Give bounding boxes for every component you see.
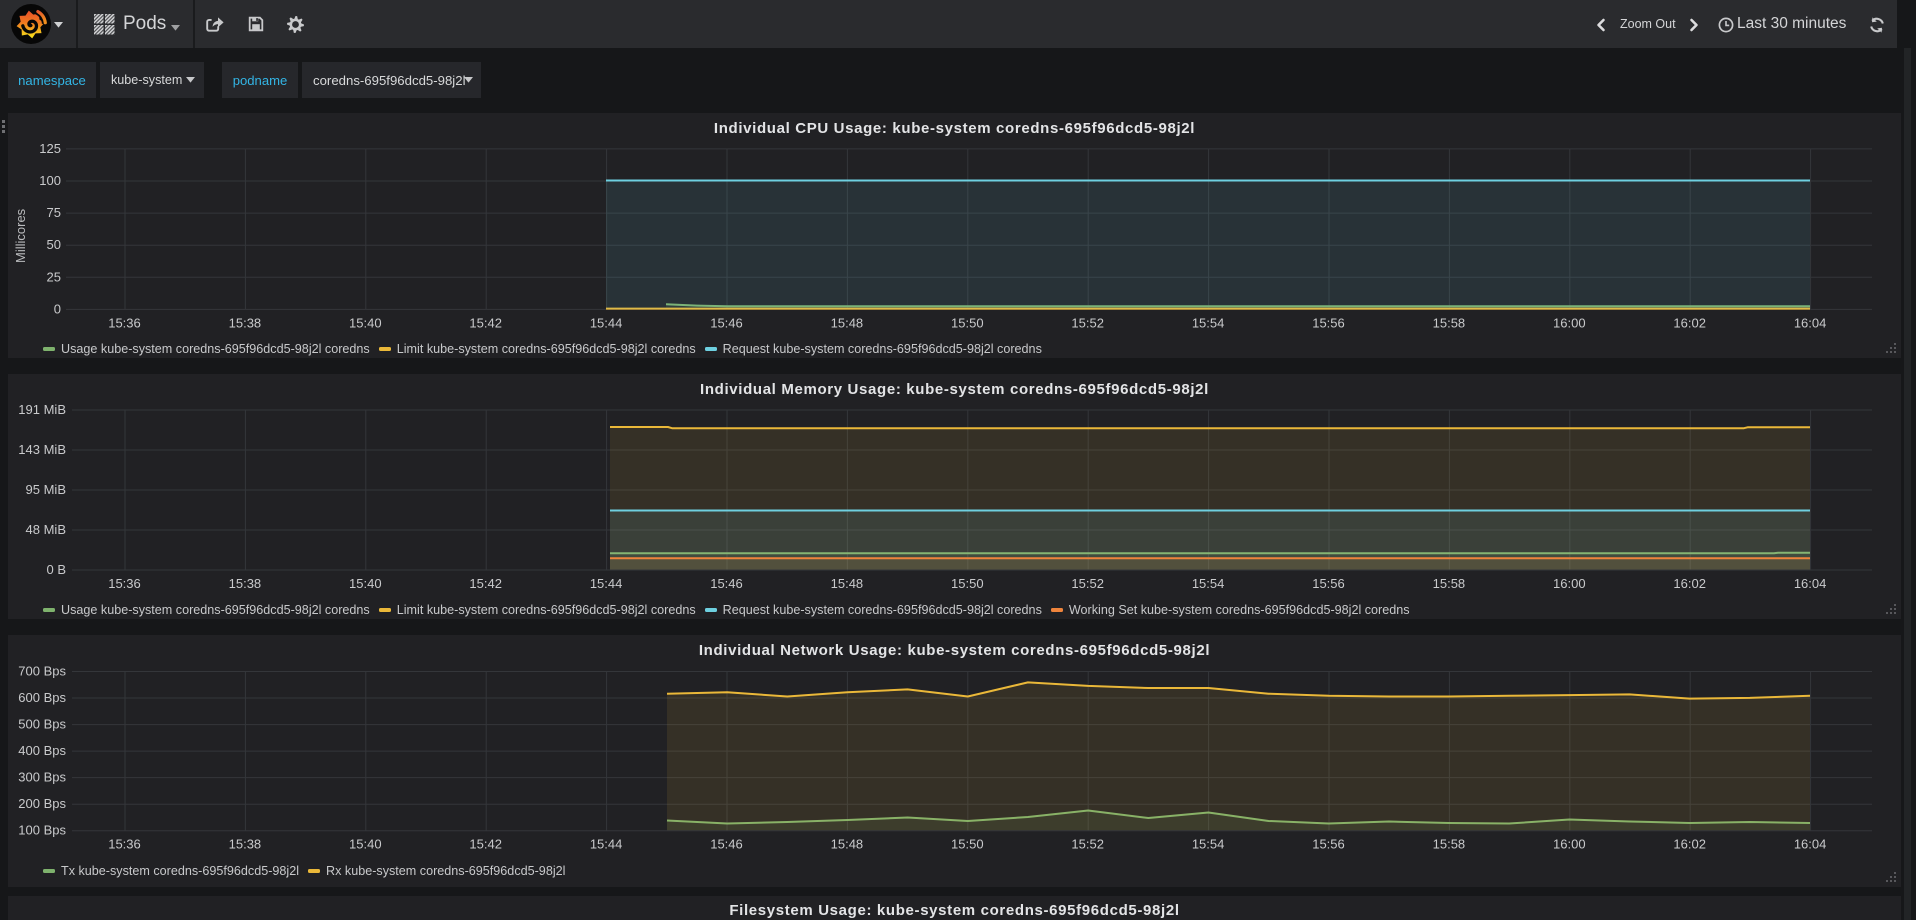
svg-text:15:48: 15:48 (831, 837, 864, 852)
svg-text:15:52: 15:52 (1071, 576, 1104, 591)
svg-text:16:04: 16:04 (1794, 576, 1827, 591)
svg-text:75: 75 (47, 205, 61, 220)
svg-text:95 MiB: 95 MiB (26, 482, 66, 497)
svg-text:15:40: 15:40 (349, 837, 382, 852)
svg-text:15:36: 15:36 (108, 576, 141, 591)
svg-text:15:56: 15:56 (1312, 576, 1345, 591)
svg-text:500 Bps: 500 Bps (18, 717, 66, 732)
svg-text:16:04: 16:04 (1794, 837, 1827, 852)
svg-text:15:36: 15:36 (108, 837, 141, 852)
svg-text:15:38: 15:38 (229, 837, 262, 852)
svg-text:15:48: 15:48 (831, 576, 864, 591)
svg-text:600 Bps: 600 Bps (18, 690, 66, 705)
svg-text:16:04: 16:04 (1794, 315, 1827, 330)
svg-text:0 B: 0 B (46, 562, 66, 577)
svg-text:15:46: 15:46 (710, 837, 743, 852)
svg-text:16:00: 16:00 (1553, 837, 1586, 852)
svg-text:16:02: 16:02 (1673, 576, 1706, 591)
svg-text:143 MiB: 143 MiB (18, 442, 66, 457)
svg-text:100: 100 (39, 173, 61, 188)
svg-text:191 MiB: 191 MiB (18, 402, 66, 417)
svg-text:15:58: 15:58 (1433, 576, 1466, 591)
svg-text:15:54: 15:54 (1192, 315, 1225, 330)
svg-text:15:54: 15:54 (1192, 837, 1225, 852)
svg-text:15:40: 15:40 (349, 576, 382, 591)
svg-text:15:48: 15:48 (831, 315, 864, 330)
svg-text:25: 25 (47, 269, 61, 284)
svg-text:0: 0 (54, 301, 61, 316)
svg-text:15:46: 15:46 (710, 576, 743, 591)
svg-text:15:36: 15:36 (108, 315, 141, 330)
svg-text:15:40: 15:40 (349, 315, 382, 330)
svg-text:15:56: 15:56 (1312, 837, 1345, 852)
svg-text:15:38: 15:38 (229, 576, 262, 591)
svg-text:125: 125 (39, 141, 61, 156)
svg-text:15:58: 15:58 (1433, 315, 1466, 330)
svg-text:15:42: 15:42 (469, 315, 502, 330)
svg-text:15:50: 15:50 (951, 837, 984, 852)
svg-text:15:42: 15:42 (469, 837, 502, 852)
svg-text:15:46: 15:46 (710, 315, 743, 330)
svg-text:100 Bps: 100 Bps (18, 823, 66, 838)
svg-text:48 MiB: 48 MiB (26, 522, 66, 537)
svg-text:16:00: 16:00 (1553, 576, 1586, 591)
svg-text:15:50: 15:50 (951, 576, 984, 591)
svg-text:700 Bps: 700 Bps (18, 664, 66, 679)
svg-text:15:56: 15:56 (1312, 315, 1345, 330)
svg-text:15:44: 15:44 (590, 315, 623, 330)
svg-text:15:52: 15:52 (1071, 315, 1104, 330)
svg-text:400 Bps: 400 Bps (18, 743, 66, 758)
svg-text:15:52: 15:52 (1071, 837, 1104, 852)
svg-text:15:50: 15:50 (951, 315, 984, 330)
svg-text:15:44: 15:44 (590, 576, 623, 591)
svg-text:300 Bps: 300 Bps (18, 770, 66, 785)
svg-text:16:02: 16:02 (1673, 837, 1706, 852)
svg-text:200 Bps: 200 Bps (18, 796, 66, 811)
svg-text:15:38: 15:38 (229, 315, 262, 330)
svg-text:16:02: 16:02 (1673, 315, 1706, 330)
svg-text:15:42: 15:42 (469, 576, 502, 591)
svg-text:15:54: 15:54 (1192, 576, 1225, 591)
svg-text:50: 50 (47, 237, 61, 252)
svg-text:15:44: 15:44 (590, 837, 623, 852)
svg-text:16:00: 16:00 (1553, 315, 1586, 330)
svg-text:15:58: 15:58 (1433, 837, 1466, 852)
